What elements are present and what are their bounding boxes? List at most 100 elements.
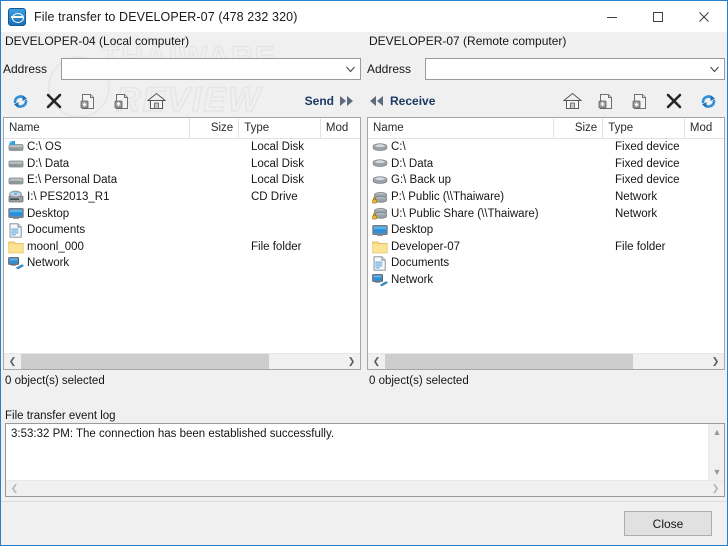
table-row[interactable]: P:\ Public (\\Thaiware) Network	[368, 189, 724, 206]
remote-list-body: C:\ Fixed device D:\ Data Fixed device G:\ B…	[368, 139, 724, 288]
cell-type: Fixed device	[615, 174, 680, 187]
remote-file-list[interactable]: Name Size Type Mod C:\ Fixed device D:\ Da…	[367, 117, 725, 370]
table-row[interactable]: D:\ Data Fixed device	[368, 156, 724, 173]
cell-name: moonl_000	[4, 239, 196, 254]
delete-icon[interactable]	[657, 87, 691, 115]
maximize-button[interactable]	[635, 1, 681, 32]
documents-icon	[8, 223, 24, 238]
local-horizontal-scrollbar[interactable]: ❮ ❯	[4, 353, 360, 369]
scroll-track[interactable]	[385, 354, 707, 369]
column-header-type[interactable]: Type	[239, 118, 321, 138]
cell-name: Documents	[4, 223, 196, 238]
column-header-size[interactable]: Size	[190, 118, 240, 138]
network-drive-icon	[372, 190, 388, 205]
remote-address-combo[interactable]	[425, 58, 725, 80]
table-row[interactable]: moonl_000 File folder	[4, 239, 360, 256]
double-chevron-left-icon[interactable]	[369, 95, 385, 107]
remote-horizontal-scrollbar[interactable]: ❮ ❯	[368, 353, 724, 369]
double-chevron-right-icon[interactable]	[339, 95, 355, 107]
table-row[interactable]: U:\ Public Share (\\Thaiware) Network	[368, 205, 724, 222]
table-row[interactable]: G:\ Back up Fixed device	[368, 172, 724, 189]
local-address-label: Address	[3, 62, 48, 76]
cell-name: Developer-07	[368, 239, 560, 254]
scroll-right-icon[interactable]: ❯	[707, 481, 724, 496]
cell-name: U:\ Public Share (\\Thaiware)	[368, 206, 560, 221]
event-log-horizontal-scrollbar[interactable]: ❮ ❯	[6, 480, 724, 496]
table-row[interactable]: E:\ Personal Data Local Disk	[4, 172, 360, 189]
scroll-right-icon[interactable]: ❯	[343, 354, 360, 369]
refresh-icon[interactable]	[691, 87, 725, 115]
cell-name: Desktop	[368, 223, 560, 238]
scroll-left-icon[interactable]: ❮	[6, 481, 23, 496]
remote-toolbar-icons	[555, 87, 725, 115]
refresh-icon[interactable]	[3, 87, 37, 115]
receive-button[interactable]: Receive	[369, 94, 435, 108]
column-header-modified[interactable]: Mod	[321, 118, 360, 138]
download-icon[interactable]	[71, 87, 105, 115]
event-log-vertical-scrollbar[interactable]: ▲ ▼	[708, 424, 724, 480]
close-button[interactable]	[681, 1, 727, 32]
transfer-arrows-icon	[8, 7, 26, 26]
scroll-thumb[interactable]	[385, 354, 633, 369]
desktop-icon	[8, 206, 24, 221]
scroll-track[interactable]	[21, 354, 343, 369]
table-row[interactable]: I:\ PES2013_R1 CD Drive	[4, 189, 360, 206]
upload-icon[interactable]	[105, 87, 139, 115]
cell-name: D:\ Data	[4, 156, 196, 171]
column-header-name[interactable]: Name	[4, 118, 191, 138]
minimize-button[interactable]	[589, 1, 635, 32]
table-row[interactable]: Desktop	[4, 205, 360, 222]
scroll-down-icon[interactable]: ▼	[709, 464, 725, 480]
upload-icon[interactable]	[589, 87, 623, 115]
remote-status-text: 0 object(s) selected	[369, 375, 469, 387]
network-drive-icon	[372, 206, 388, 221]
scroll-left-icon[interactable]: ❮	[4, 354, 21, 369]
row-name-text: C:\ OS	[27, 141, 62, 154]
local-disk-icon	[8, 173, 24, 188]
local-address-input[interactable]	[62, 59, 360, 79]
desktop-icon	[372, 223, 388, 238]
table-row[interactable]: Developer-07 File folder	[368, 239, 724, 256]
local-computer-panel: DEVELOPER-04 (Local computer) Address Se…	[3, 34, 365, 401]
column-header-type[interactable]: Type	[603, 118, 685, 138]
event-log-entry: 3:53:32 PM: The connection has been esta…	[11, 428, 335, 440]
cell-name: Desktop	[4, 206, 196, 221]
row-name-text: Desktop	[391, 224, 434, 237]
remote-address-label: Address	[367, 62, 412, 76]
fixed-device-icon	[372, 156, 388, 171]
row-name-text: Network	[27, 257, 70, 270]
row-name-text: moonl_000	[27, 240, 84, 253]
title-bar: File transfer to DEVELOPER-07 (478 232 3…	[1, 1, 727, 32]
remote-address-input[interactable]	[426, 59, 724, 79]
local-address-combo[interactable]	[61, 58, 361, 80]
table-row[interactable]: Network	[4, 255, 360, 272]
send-button[interactable]: Send	[305, 94, 355, 108]
scroll-left-icon[interactable]: ❮	[368, 354, 385, 369]
row-name-text: P:\ Public (\\Thaiware)	[391, 191, 505, 204]
table-row[interactable]: Desktop	[368, 222, 724, 239]
column-header-modified[interactable]: Mod	[685, 118, 724, 138]
table-row[interactable]: Network	[368, 272, 724, 289]
chevron-down-icon[interactable]	[710, 65, 719, 74]
scroll-thumb[interactable]	[21, 354, 269, 369]
chevron-down-icon[interactable]	[346, 65, 355, 74]
column-header-name[interactable]: Name	[368, 118, 555, 138]
fixed-device-icon	[372, 173, 388, 188]
table-row[interactable]: Documents	[368, 255, 724, 272]
home-icon[interactable]	[555, 87, 589, 115]
row-name-text: I:\ PES2013_R1	[27, 191, 110, 204]
delete-icon[interactable]	[37, 87, 71, 115]
event-log-box[interactable]: 3:53:32 PM: The connection has been esta…	[5, 423, 725, 497]
table-row[interactable]: Documents	[4, 222, 360, 239]
local-file-list[interactable]: Name Size Type Mod C:\ OS Local Disk D:\ D…	[3, 117, 361, 370]
table-row[interactable]: D:\ Data Local Disk	[4, 156, 360, 173]
scroll-up-icon[interactable]: ▲	[709, 424, 725, 440]
column-header-size[interactable]: Size	[554, 118, 604, 138]
scroll-right-icon[interactable]: ❯	[707, 354, 724, 369]
download-icon[interactable]	[623, 87, 657, 115]
table-row[interactable]: C:\ OS Local Disk	[4, 139, 360, 156]
table-row[interactable]: C:\ Fixed device	[368, 139, 724, 156]
home-icon[interactable]	[139, 87, 173, 115]
close-dialog-button[interactable]: Close	[624, 511, 712, 536]
send-label: Send	[304, 94, 334, 108]
